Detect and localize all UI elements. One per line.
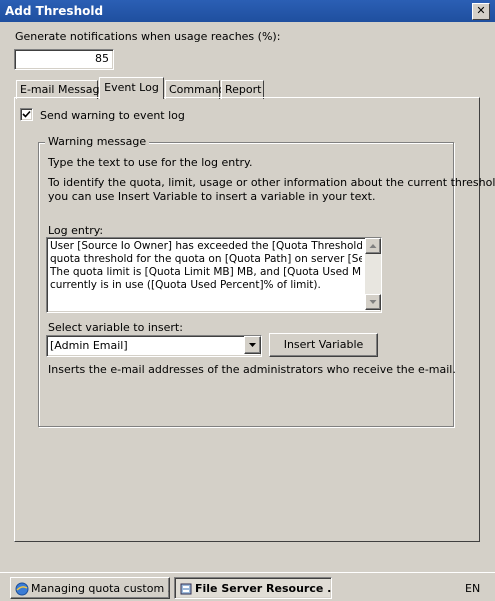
- log-entry-label: Log entry:: [48, 224, 104, 237]
- tab-label: Report: [225, 83, 262, 96]
- variable-selected-value: [Admin Email]: [50, 339, 128, 352]
- variable-label: Select variable to insert:: [48, 321, 183, 334]
- tab-label: E-mail Message: [20, 83, 107, 96]
- log-entry-textarea[interactable]: User [Source Io Owner] has exceeded the …: [46, 237, 382, 313]
- taskbar: Managing quota custom ... File Server Re…: [0, 572, 495, 601]
- browser-icon: [15, 582, 29, 596]
- close-icon: ✕: [476, 4, 486, 17]
- tab-event-log[interactable]: Event Log: [99, 77, 164, 99]
- log-entry-line: The quota limit is [Quota Limit MB] MB, …: [50, 266, 362, 278]
- send-warning-checkbox[interactable]: [20, 108, 33, 121]
- log-entry-line: quota threshold for the quota on [Quota …: [50, 253, 362, 265]
- instruction-text: Type the text to use for the log entry.: [48, 156, 253, 169]
- variable-select[interactable]: [Admin Email]: [46, 335, 262, 357]
- log-entry-line: User [Source Io Owner] has exceeded the …: [50, 240, 362, 252]
- scroll-down-button[interactable]: [365, 294, 381, 310]
- fsrm-icon: [180, 583, 192, 595]
- dialog-title: Add Threshold: [5, 4, 104, 18]
- threshold-input[interactable]: 85: [14, 49, 114, 70]
- arrow-up-icon: [369, 244, 377, 248]
- help-text-line-2: you can use Insert Variable to insert a …: [48, 190, 376, 203]
- threshold-label: Generate notifications when usage reache…: [15, 30, 281, 43]
- log-entry-text: User [Source Io Owner] has exceeded the …: [50, 240, 362, 292]
- insert-variable-label: Insert Variable: [283, 338, 364, 351]
- log-entry-scrollbar[interactable]: [365, 238, 381, 310]
- insert-variable-button[interactable]: Insert Variable: [269, 333, 378, 357]
- log-entry-line: currently is in use ([Quota Used Percent…: [50, 279, 321, 291]
- check-icon: [22, 110, 31, 118]
- close-button[interactable]: ✕: [472, 3, 490, 20]
- group-title: Warning message: [45, 135, 150, 148]
- taskbar-item-label: File Server Resource ...: [195, 582, 332, 595]
- taskbar-item-managing-quota[interactable]: Managing quota custom ...: [10, 577, 170, 599]
- chevron-down-icon: [249, 343, 256, 347]
- send-warning-label: Send warning to event log: [40, 109, 185, 122]
- threshold-value: 85: [95, 52, 109, 65]
- taskbar-item-file-server[interactable]: File Server Resource ...: [174, 577, 332, 599]
- scroll-up-button[interactable]: [365, 238, 381, 254]
- help-text-line-1: To identify the quota, limit, usage or o…: [48, 176, 495, 189]
- language-indicator[interactable]: EN: [465, 582, 480, 595]
- variable-dropdown-button[interactable]: [244, 336, 261, 354]
- dialog-title-bar[interactable]: Add Threshold ✕: [0, 0, 495, 22]
- taskbar-item-label: Managing quota custom ...: [31, 582, 170, 595]
- variable-description: Inserts the e-mail addresses of the admi…: [48, 363, 456, 376]
- tab-label: Event Log: [104, 81, 159, 94]
- arrow-down-icon: [369, 300, 377, 304]
- tab-label: Command: [169, 83, 226, 96]
